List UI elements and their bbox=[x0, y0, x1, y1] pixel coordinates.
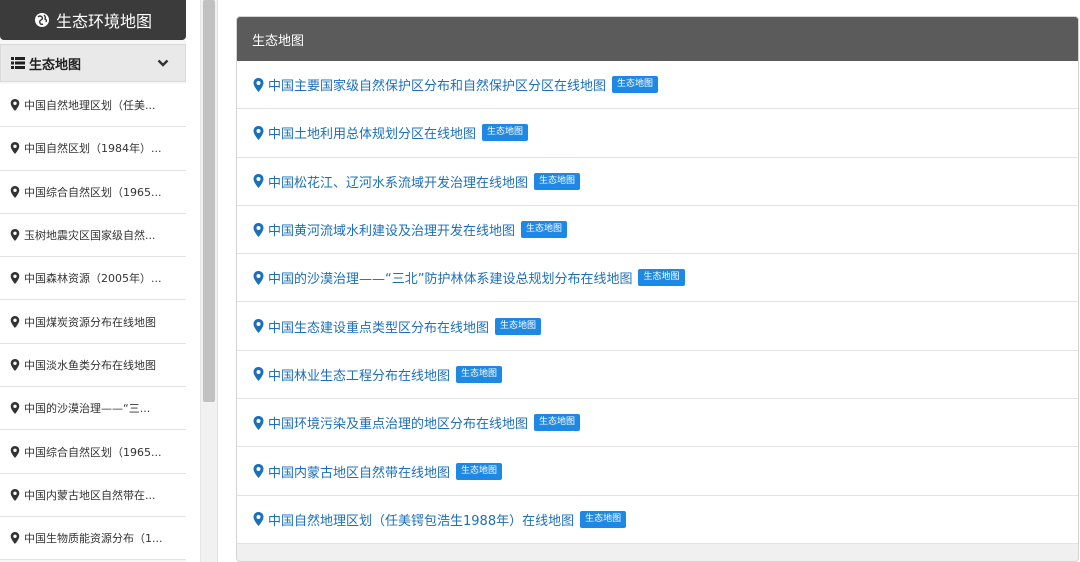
map-marker-icon bbox=[10, 272, 20, 285]
category-badge: 生态地图 bbox=[495, 317, 542, 335]
scrollbar-thumb[interactable] bbox=[203, 0, 215, 402]
sidebar-item[interactable]: 中国自然区划（1984年）... bbox=[0, 127, 186, 171]
map-marker-icon bbox=[10, 358, 20, 371]
category-badge: 生态地图 bbox=[521, 221, 568, 239]
list-item[interactable]: 中国自然地理区划（任美锷包浩生1988年）在线地图 生态地图 bbox=[237, 496, 1078, 544]
sidebar-item[interactable]: 中国内蒙古地区自然带在... bbox=[0, 473, 186, 517]
sidebar: 生态环境地图 生态地图 中国自然地理区划（任美... 中国自然区划（1984年）… bbox=[0, 0, 186, 562]
map-marker-icon bbox=[10, 315, 20, 328]
map-list: 中国主要国家级自然保护区分布和自然保护区分区在线地图 生态地图 中国土地利用总体… bbox=[237, 61, 1078, 544]
list-item-link[interactable]: 中国土地利用总体规划分区在线地图 bbox=[268, 123, 476, 142]
list-item[interactable]: 中国松花江、辽河水系流域开发治理在线地图 生态地图 bbox=[237, 158, 1078, 206]
category-badge: 生态地图 bbox=[638, 269, 685, 287]
list-item-link[interactable]: 中国环境污染及重点治理的地区分布在线地图 bbox=[268, 413, 528, 432]
list-item[interactable]: 中国的沙漠治理——“三北”防护林体系建设总规划分布在线地图 生态地图 bbox=[237, 254, 1078, 303]
map-marker-icon bbox=[10, 229, 20, 242]
list-item-link[interactable]: 中国林业生态工程分布在线地图 bbox=[268, 365, 450, 384]
map-marker-icon bbox=[10, 445, 20, 458]
list-item[interactable]: 中国土地利用总体规划分区在线地图 生态地图 bbox=[237, 109, 1078, 158]
map-marker-icon bbox=[253, 174, 264, 189]
sidebar-item-label: 中国淡水鱼类分布在线地图 bbox=[24, 358, 156, 372]
sidebar-item[interactable]: 中国煤炭资源分布在线地图 bbox=[0, 300, 186, 344]
menu-title: 生态地图 bbox=[29, 57, 82, 73]
sidebar-item[interactable]: 中国生物质能资源分布（1... bbox=[0, 516, 186, 561]
list-item-link[interactable]: 中国的沙漠治理——“三北”防护林体系建设总规划分布在线地图 bbox=[268, 268, 632, 287]
map-marker-icon bbox=[10, 185, 20, 198]
map-marker-icon bbox=[253, 512, 264, 527]
list-item[interactable]: 中国内蒙古地区自然带在线地图 生态地图 bbox=[237, 447, 1078, 496]
sidebar-item[interactable]: 中国自然地理区划（任美... bbox=[0, 84, 186, 128]
sidebar-item-label: 中国综合自然区划（1965... bbox=[24, 445, 162, 459]
map-marker-icon bbox=[253, 319, 264, 334]
list-item[interactable]: 中国林业生态工程分布在线地图 生态地图 bbox=[237, 351, 1078, 400]
map-marker-icon bbox=[253, 367, 264, 382]
map-marker-icon bbox=[10, 488, 20, 501]
sidebar-item-label: 中国森林资源（2005年）... bbox=[24, 272, 162, 286]
map-marker-icon bbox=[10, 142, 20, 155]
sidebar-item[interactable]: 玉树地震灾区国家级自然... bbox=[0, 213, 186, 258]
map-marker-icon bbox=[253, 464, 264, 479]
map-marker-icon bbox=[10, 402, 20, 415]
sidebar-item-label: 中国综合自然区划（1965... bbox=[24, 185, 162, 199]
menu-header[interactable]: 生态地图 bbox=[0, 44, 186, 82]
sidebar-item[interactable]: 中国淡水鱼类分布在线地图 bbox=[0, 343, 186, 388]
sidebar-item[interactable]: 中国综合自然区划（1965... bbox=[0, 430, 186, 474]
list-item[interactable]: 中国黄河流域水利建设及治理开发在线地图 生态地图 bbox=[237, 206, 1078, 255]
panel-title: 生态地图 bbox=[237, 17, 1078, 61]
map-marker-icon bbox=[10, 99, 20, 112]
map-marker-icon bbox=[10, 532, 20, 545]
list-item-link[interactable]: 中国自然地理区划（任美锷包浩生1988年）在线地图 bbox=[268, 510, 574, 529]
globe-icon bbox=[34, 13, 49, 27]
brand-label: 生态环境地图 bbox=[55, 12, 152, 31]
sidebar-item[interactable]: 中国森林资源（2005年）... bbox=[0, 257, 186, 301]
category-badge: 生态地图 bbox=[612, 76, 659, 94]
sidebar-item-label: 中国自然地理区划（任美... bbox=[24, 99, 156, 113]
sidebar-item-label: 中国的沙漠治理——“三... bbox=[24, 402, 151, 416]
map-marker-icon bbox=[253, 222, 264, 237]
list-item[interactable]: 中国环境污染及重点治理的地区分布在线地图 生态地图 bbox=[237, 399, 1078, 448]
sidebar-item[interactable]: 中国综合自然区划（1965... bbox=[0, 170, 186, 214]
category-badge: 生态地图 bbox=[580, 510, 627, 528]
sidebar-item-label: 中国内蒙古地区自然带在... bbox=[24, 488, 156, 502]
category-badge: 生态地图 bbox=[534, 414, 581, 432]
sidebar-item-label: 玉树地震灾区国家级自然... bbox=[24, 229, 156, 243]
list-item-link[interactable]: 中国松花江、辽河水系流域开发治理在线地图 bbox=[268, 172, 528, 191]
category-badge: 生态地图 bbox=[482, 124, 529, 142]
sidebar-item-label: 中国自然区划（1984年）... bbox=[24, 142, 162, 156]
list-icon bbox=[11, 57, 25, 69]
list-item-link[interactable]: 中国黄河流域水利建设及治理开发在线地图 bbox=[268, 220, 515, 239]
map-marker-icon bbox=[253, 125, 264, 140]
brand-button[interactable]: 生态环境地图 bbox=[0, 0, 186, 40]
list-item-link[interactable]: 中国内蒙古地区自然带在线地图 bbox=[268, 462, 450, 481]
list-item[interactable]: 中国生态建设重点类型区分布在线地图 生态地图 bbox=[237, 302, 1078, 351]
chevron-down-icon[interactable] bbox=[157, 57, 169, 69]
map-marker-icon bbox=[253, 415, 264, 430]
category-badge: 生态地图 bbox=[534, 172, 581, 190]
map-marker-icon bbox=[253, 77, 264, 92]
list-item[interactable]: 中国主要国家级自然保护区分布和自然保护区分区在线地图 生态地图 bbox=[237, 61, 1078, 110]
sidebar-item-label: 中国生物质能资源分布（1... bbox=[24, 532, 163, 546]
category-badge: 生态地图 bbox=[456, 365, 503, 383]
category-badge: 生态地图 bbox=[456, 462, 503, 480]
sidebar-item[interactable]: 中国的沙漠治理——“三... bbox=[0, 387, 186, 431]
map-marker-icon bbox=[253, 270, 264, 285]
sidebar-item-label: 中国煤炭资源分布在线地图 bbox=[24, 315, 156, 329]
map-list-panel: 生态地图 中国主要国家级自然保护区分布和自然保护区分区在线地图 生态地图 中国土… bbox=[236, 16, 1079, 562]
sidebar-list: 中国自然地理区划（任美... 中国自然区划（1984年）... 中国综合自然区划… bbox=[0, 84, 186, 561]
list-item-link[interactable]: 中国生态建设重点类型区分布在线地图 bbox=[268, 317, 489, 336]
list-item-link[interactable]: 中国主要国家级自然保护区分布和自然保护区分区在线地图 bbox=[268, 75, 606, 94]
